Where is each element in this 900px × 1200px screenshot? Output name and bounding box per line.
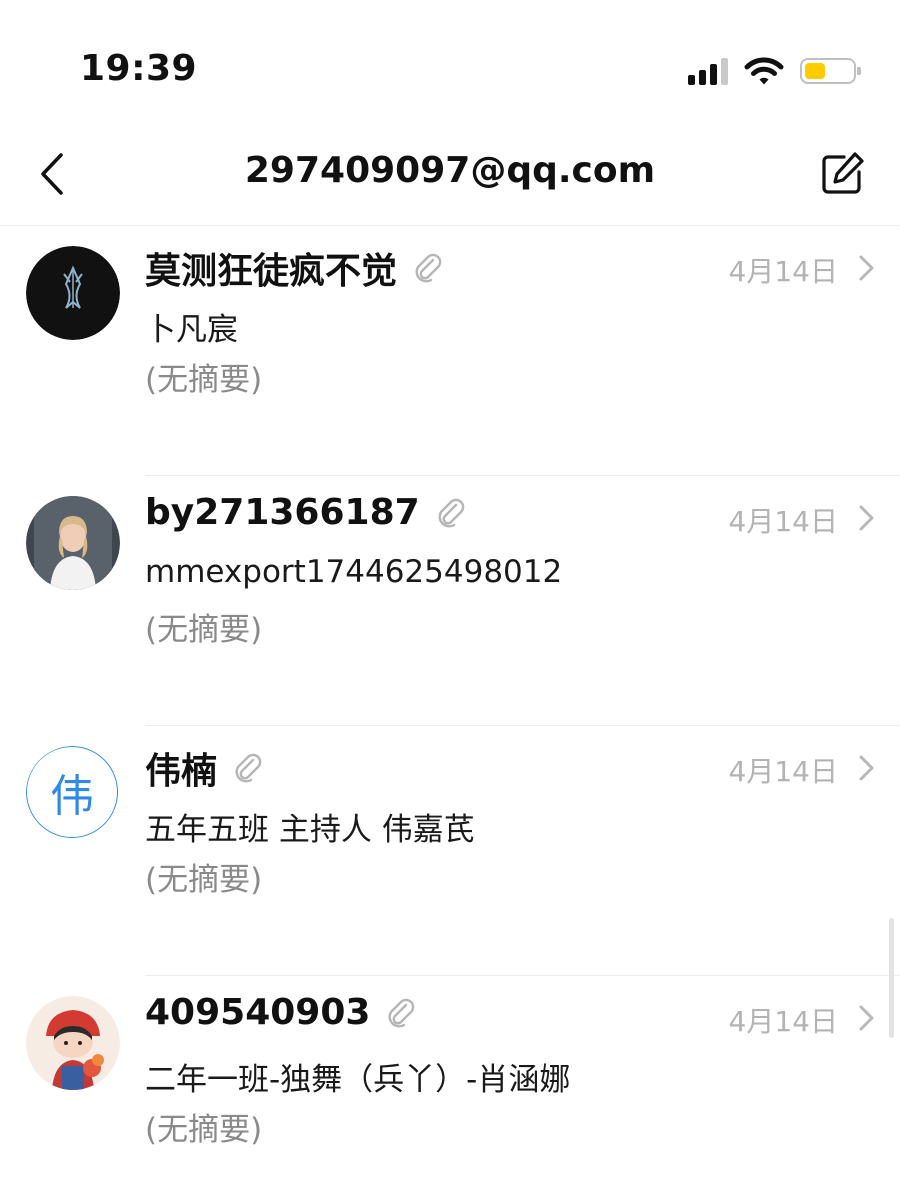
mail-list-item[interactable]: 伟 伟楠 4月14日 五年五班 主持人 伟嘉芪 (无摘要) (0, 725, 900, 976)
wifi-icon (744, 57, 784, 85)
nav-bar: 297409097@qq.com (0, 130, 900, 226)
status-time: 19:39 (80, 48, 198, 89)
compose-button[interactable] (814, 146, 870, 202)
mail-subject: 卜凡宸 (145, 312, 238, 348)
avatar (26, 246, 120, 340)
cellular-signal-icon (688, 57, 728, 85)
chevron-right-icon[interactable] (856, 504, 876, 532)
status-bar: 19:39 (0, 0, 900, 130)
mail-list-item[interactable]: 莫测狂徒疯不觉 4月14日 卜凡宸 (无摘要) (0, 226, 900, 476)
attachment-icon (438, 498, 464, 527)
compose-icon (822, 152, 864, 194)
mail-preview: (无摘要) (145, 1112, 263, 1148)
chevron-right-icon[interactable] (856, 1004, 876, 1032)
chevron-right-icon[interactable] (856, 754, 876, 782)
mail-preview: (无摘要) (145, 862, 263, 898)
mail-date: 4月14日 (728, 1005, 838, 1038)
mail-preview: (无摘要) (145, 362, 263, 398)
mail-list-item[interactable]: 409540903 4月14日 二年一班-独舞（兵丫）-肖涵娜 (无摘要) (0, 975, 900, 1200)
avatar (26, 496, 120, 590)
battery-icon (800, 58, 861, 84)
sender-name: by271366187 (145, 492, 420, 533)
chevron-right-icon[interactable] (856, 254, 876, 282)
status-icons (688, 54, 861, 88)
sender-name: 莫测狂徒疯不觉 (145, 251, 398, 292)
mail-date: 4月14日 (728, 505, 838, 538)
mail-folder-screen: 19:39 297409097@qq.com 莫测狂徒疯不觉 4月14日 卜凡宸… (0, 0, 900, 1200)
attachment-icon (388, 998, 415, 1027)
mail-preview: (无摘要) (145, 612, 263, 648)
mail-date: 4月14日 (728, 755, 838, 788)
sender-name: 伟楠 (145, 751, 218, 792)
avatar-letter: 伟 (26, 746, 118, 838)
page-title: 297409097@qq.com (244, 150, 656, 191)
attachment-icon (235, 753, 262, 783)
mail-list: 莫测狂徒疯不觉 4月14日 卜凡宸 (无摘要) by271366187 4月14… (0, 226, 900, 1200)
attachment-icon (415, 253, 442, 283)
mail-date: 4月14日 (728, 255, 838, 288)
sender-name: 409540903 (145, 992, 371, 1033)
mail-subject: 五年五班 主持人 伟嘉芪 (145, 812, 475, 848)
avatar (26, 996, 120, 1090)
mail-subject: mmexport1744625498012 (145, 554, 563, 590)
scrollbar[interactable] (889, 918, 894, 1038)
mail-list-item[interactable]: by271366187 4月14日 mmexport1744625498012 … (0, 475, 900, 726)
mail-subject: 二年一班-独舞（兵丫）-肖涵娜 (145, 1062, 571, 1098)
avatar: 伟 (26, 746, 120, 840)
